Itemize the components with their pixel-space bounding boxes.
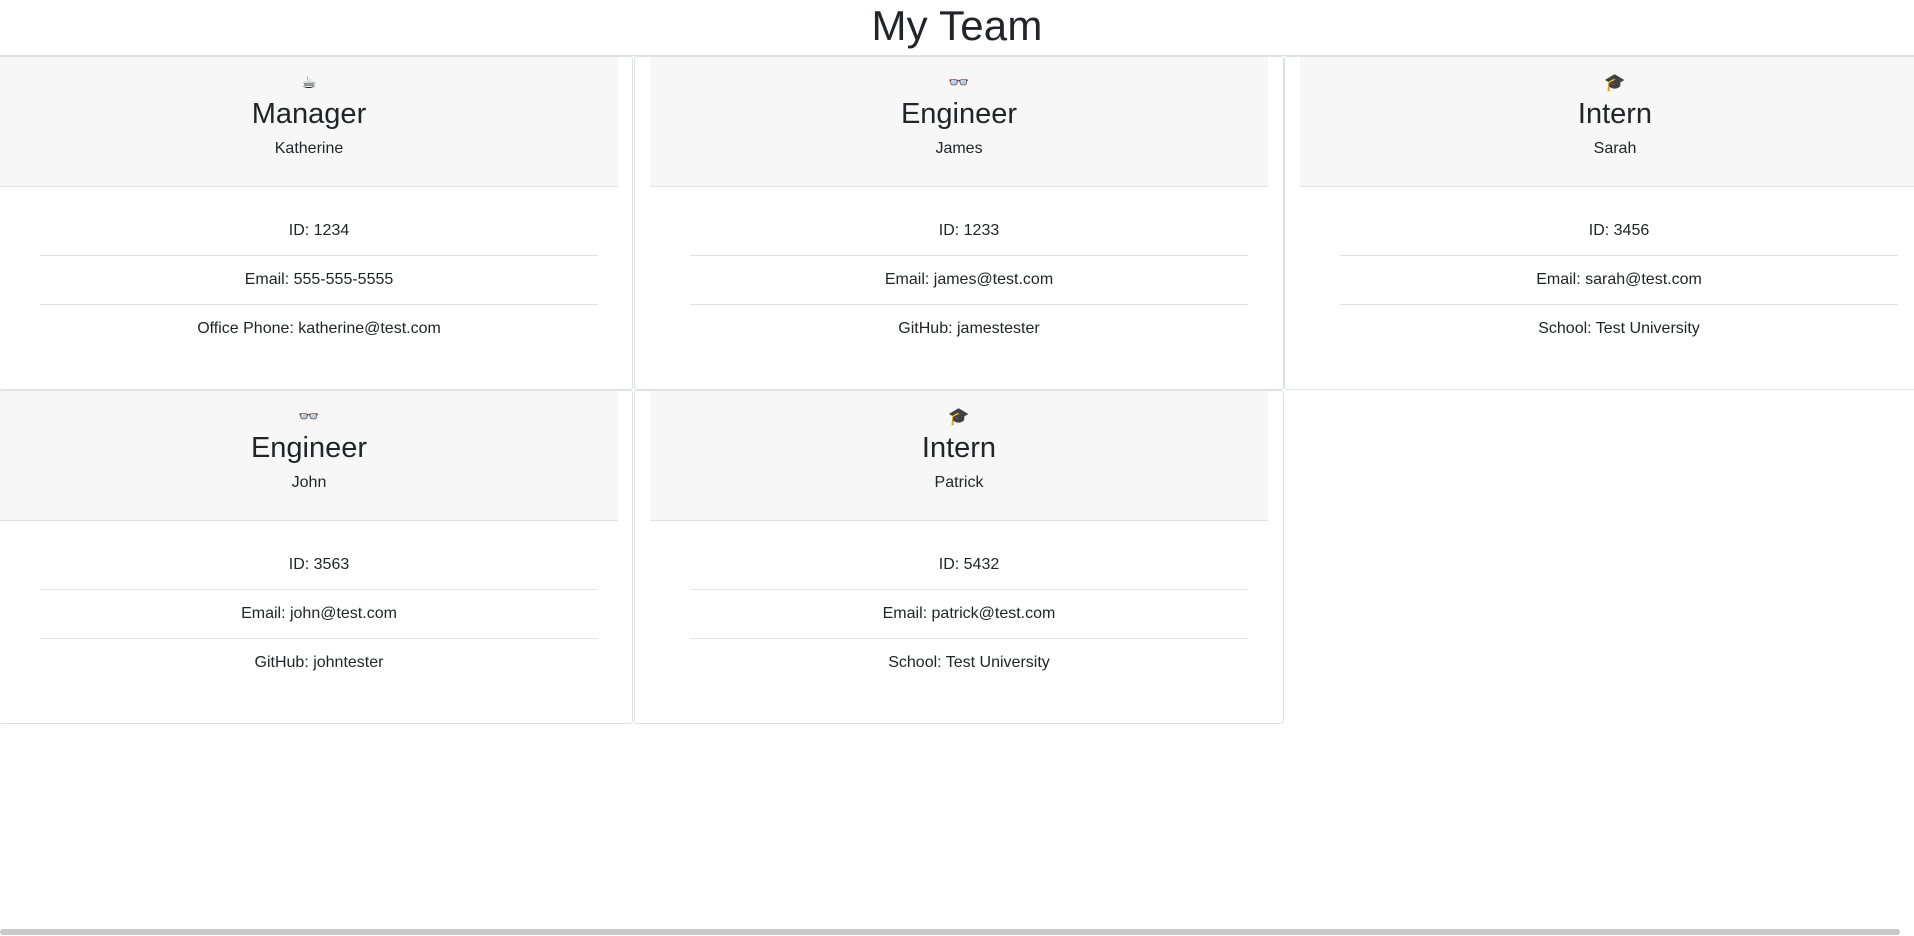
page-title: My Team	[871, 2, 1043, 49]
glasses-icon: 👓	[298, 407, 320, 426]
detail-school: School: Test University	[1538, 320, 1700, 337]
card-role: Intern	[1577, 98, 1653, 130]
detail-email: Email: james@test.com	[690, 256, 1248, 305]
detail-id: ID: 1233	[690, 207, 1248, 256]
detail-email: Email: patrick@test.com	[690, 590, 1248, 639]
card-name: Katherine	[274, 140, 344, 157]
card-header: 👓 Engineer John	[0, 391, 618, 521]
card-name: John	[291, 474, 327, 491]
card-name: Patrick	[934, 474, 984, 491]
detail-email: Email: john@test.com	[40, 590, 598, 639]
detail-email: Email: sarah@test.com	[1340, 256, 1898, 305]
employee-card: ☕ Manager Katherine ID: 1234 Email: 555-…	[0, 56, 633, 390]
detail-id: ID: 1234	[40, 207, 598, 256]
horizontal-scrollbar[interactable]	[0, 929, 1900, 935]
detail-email: Email: 555-555-5555	[40, 256, 598, 305]
detail-github: GitHub: johntester	[254, 654, 384, 671]
card-details-list: ID: 3456 Email: sarah@test.com School: T…	[1340, 207, 1898, 354]
graduation-cap-icon: 🎓	[1604, 73, 1626, 92]
card-name: Sarah	[1593, 140, 1637, 157]
detail-id: ID: 3563	[40, 541, 598, 590]
card-name: James	[935, 140, 983, 157]
card-details-list: ID: 5432 Email: patrick@test.com School:…	[690, 541, 1248, 688]
card-details-list: ID: 1233 Email: james@test.com GitHub: j…	[690, 207, 1248, 354]
page-header: My Team	[0, 0, 1914, 56]
card-header: 🎓 Intern Sarah	[1300, 57, 1914, 187]
employee-card: 👓 Engineer John ID: 3563 Email: john@tes…	[0, 390, 633, 724]
card-header: ☕ Manager Katherine	[0, 57, 618, 187]
detail-id: ID: 3456	[1340, 207, 1898, 256]
detail-office-phone: Office Phone: katherine@test.com	[197, 320, 441, 337]
coffee-icon: ☕	[301, 73, 317, 92]
graduation-cap-icon: 🎓	[948, 407, 970, 426]
card-header: 👓 Engineer James	[650, 57, 1268, 187]
employee-card: 🎓 Intern Patrick ID: 5432 Email: patrick…	[634, 390, 1284, 724]
team-page: My Team ☕ Manager Katherine ID: 1234 Ema…	[0, 0, 1914, 936]
card-role: Engineer	[900, 98, 1018, 130]
card-role: Intern	[921, 432, 997, 464]
card-details-list: ID: 3563 Email: john@test.com GitHub: jo…	[40, 541, 598, 688]
detail-school: School: Test University	[888, 654, 1050, 671]
employee-card: 👓 Engineer James ID: 1233 Email: james@t…	[634, 56, 1284, 390]
detail-github: GitHub: jamestester	[898, 320, 1040, 337]
card-details-list: ID: 1234 Email: 555-555-5555 Office Phon…	[40, 207, 598, 354]
employee-card: 🎓 Intern Sarah ID: 3456 Email: sarah@tes…	[1284, 56, 1914, 390]
card-role: Engineer	[250, 432, 368, 464]
glasses-icon: 👓	[948, 73, 970, 92]
detail-id: ID: 5432	[690, 541, 1248, 590]
card-role: Manager	[251, 98, 367, 130]
card-header: 🎓 Intern Patrick	[650, 391, 1268, 521]
